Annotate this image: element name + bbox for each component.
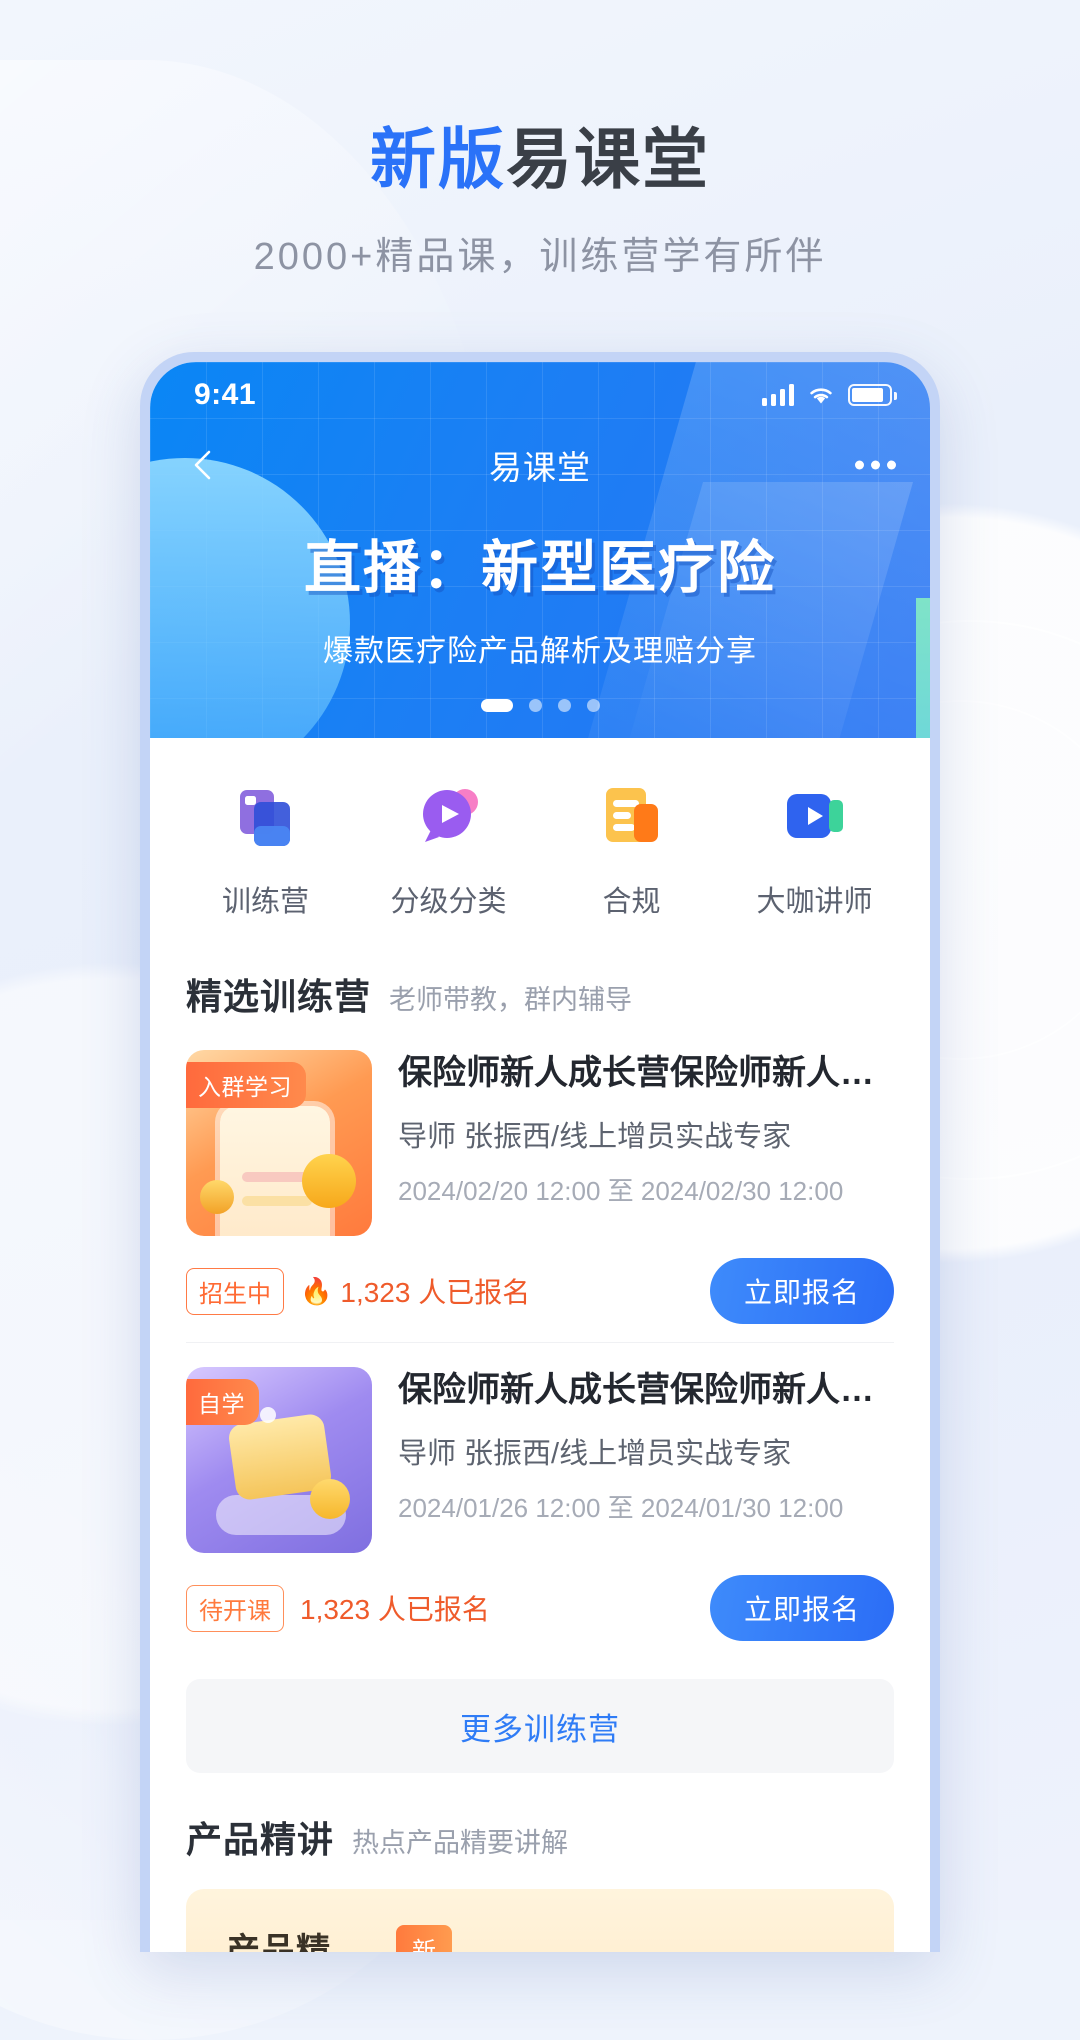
promo-headline: 新版易课堂 [0,120,1080,199]
nav-title: 易课堂 [489,449,591,486]
product-card-badge: 新 [396,1925,452,1952]
course-teacher: 导师 张振西/线上增员实战专家 [398,1120,792,1153]
product-section-title: 产品精讲 [186,1819,335,1860]
wifi-icon [810,388,832,404]
status-badge: 招生中 [186,1267,284,1315]
compliance-doc-icon [557,780,707,856]
product-section-subtitle: 热点产品精要讲解 [352,1828,569,1858]
battery-icon [848,384,897,406]
category-label: 分级分类 [390,886,507,918]
promo-subtitle: 2000+精品课，训练营学有所伴 [253,236,827,279]
status-bar: 9:41 [150,362,930,428]
more-horizontal-icon-dot [855,460,864,470]
banner-copy: 直播：新型医疗险 爆款医疗险产品解析及理赔分享 [150,522,930,670]
featured-section-subtitle: 老师带教，群内辅导 [389,985,633,1015]
course-main: 入群学习 保险师新人成长营保险师新人… 导师 张振西/线上增员实战专家 2024… [186,1050,894,1236]
more-horizontal-icon-dot [887,460,896,470]
course-info: 保险师新人成长营保险师新人… 导师 张振西/线上增员实战专家 2024/02/2… [398,1050,894,1236]
enroll-count-text: 1,323 人已报名 [340,1277,531,1308]
hero-banner[interactable]: 9:41 易课堂 直播：新型医疗险 爆款医疗险产品解析及理赔分享 [150,362,930,738]
phone-mockup: 9:41 易课堂 直播：新型医疗险 爆款医疗险产品解析及理赔分享 训练营 分级分… [140,352,940,1952]
banner-subtitle: 爆款医疗险产品解析及理赔分享 [323,635,757,668]
chevron-left-icon [194,450,211,480]
category-item-classification[interactable]: 分级分类 [374,780,524,920]
more-options-button[interactable] [855,460,896,470]
featured-section-header: 精选训练营 老师带教，群内辅导 [150,950,930,1026]
category-label: 合规 [602,886,661,918]
course-date-range: 2024/02/20 12:00 至 2024/02/30 12:00 [398,1175,844,1206]
enroll-count: 🔥 1,323 人已报名 [300,1271,530,1311]
carousel-pagination[interactable] [150,699,930,712]
course-footer: 招生中 🔥 1,323 人已报名 立即报名 [186,1236,894,1342]
course-badge: 自学 [186,1379,259,1425]
back-button[interactable] [184,445,224,485]
category-item-compliance[interactable]: 合规 [557,780,707,920]
course-title: 保险师新人成长营保险师新人… [398,1371,874,1409]
thumbnail-art [302,1154,356,1208]
enroll-count-text: 1,323 人已报名 [300,1594,490,1625]
category-play-icon [374,780,524,856]
phone-screen: 9:41 易课堂 直播：新型医疗险 爆款医疗险产品解析及理赔分享 训练营 分级分… [150,362,930,1952]
promo-headline-rest: 易课堂 [506,122,710,196]
status-icons [762,384,897,406]
fire-icon: 🔥 [300,1275,333,1306]
expert-video-icon [740,780,890,856]
course-title: 保险师新人成长营保险师新人… [398,1054,874,1092]
category-label: 大咖讲师 [756,886,873,918]
enroll-button[interactable]: 立即报名 [709,1575,894,1641]
status-badge: 待开课 [186,1584,284,1632]
thumbnail-art [310,1479,350,1519]
featured-section-title: 精选训练营 [186,976,372,1017]
training-camp-icon [191,780,341,856]
course-thumbnail: 入群学习 [186,1050,372,1236]
promo-headline-highlight: 新版 [370,122,506,196]
category-item-expert-lecturer[interactable]: 大咖讲师 [740,780,890,920]
course-status-group: 待开课 1,323 人已报名 [186,1584,490,1632]
nav-bar: 易课堂 [150,428,930,502]
course-card[interactable]: 入群学习 保险师新人成长营保险师新人… 导师 张振西/线上增员实战专家 2024… [186,1026,894,1342]
banner-title: 直播：新型医疗险 [304,536,776,600]
category-item-training-camp[interactable]: 训练营 [191,780,341,920]
carousel-dot[interactable] [528,699,542,712]
product-card-title: 产品精 [226,1932,331,1952]
enroll-count: 1,323 人已报名 [300,1588,490,1628]
more-horizontal-icon-dot [871,460,880,470]
thumbnail-art [242,1196,312,1206]
course-date-range: 2024/01/26 12:00 至 2024/01/30 12:00 [398,1492,844,1523]
promo-header: 新版易课堂 2000+精品课，训练营学有所伴 [0,120,1080,280]
course-thumbnail: 自学 [186,1367,372,1553]
carousel-dot[interactable] [586,699,600,712]
course-status-group: 招生中 🔥 1,323 人已报名 [186,1267,530,1315]
thumbnail-art [260,1407,276,1423]
carousel-dot[interactable] [557,699,571,712]
course-card[interactable]: 自学 保险师新人成长营保险师新人… 导师 张振西/线上增员实战专家 2024/0… [186,1343,894,1659]
status-time: 9:41 [194,378,257,411]
carousel-dot-active[interactable] [480,699,513,712]
enroll-button[interactable]: 立即报名 [709,1258,894,1324]
thumbnail-art [200,1180,234,1214]
product-card[interactable]: 产品精 新 [186,1889,894,1952]
course-list: 入群学习 保险师新人成长营保险师新人… 导师 张振西/线上增员实战专家 2024… [150,1026,930,1659]
course-badge: 入群学习 [186,1062,306,1108]
course-main: 自学 保险师新人成长营保险师新人… 导师 张振西/线上增员实战专家 2024/0… [186,1367,894,1553]
course-info: 保险师新人成长营保险师新人… 导师 张振西/线上增员实战专家 2024/01/2… [398,1367,894,1553]
more-training-camps-button[interactable]: 更多训练营 [186,1679,894,1773]
course-teacher: 导师 张振西/线上增员实战专家 [398,1437,792,1470]
category-label: 训练营 [221,886,309,918]
course-footer: 待开课 1,323 人已报名 立即报名 [186,1553,894,1659]
product-section-header: 产品精讲 热点产品精要讲解 [150,1773,930,1869]
cellular-signal-icon [762,384,794,406]
category-shortcuts: 训练营 分级分类 合规 大咖讲师 [150,738,930,950]
